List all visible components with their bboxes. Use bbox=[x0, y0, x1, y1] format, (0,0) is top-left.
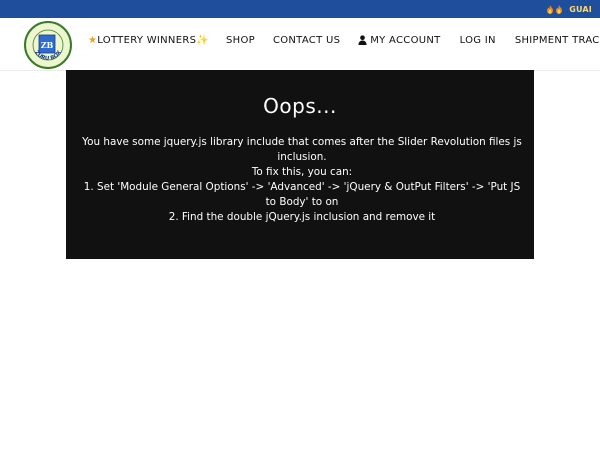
nav-item-shop[interactable]: SHOP bbox=[226, 35, 255, 46]
logo-graphic: ZB ZURU BOX bbox=[27, 24, 69, 66]
flame-icon bbox=[556, 4, 563, 14]
nav-item-label: SHOP bbox=[225, 34, 255, 46]
site-logo[interactable]: ZB ZURU BOX bbox=[24, 21, 72, 69]
error-line: 1. Set 'Module General Options' -> 'Adva… bbox=[83, 181, 521, 208]
logo-text: ZB bbox=[41, 40, 54, 50]
nav-item-label: LOTTERY WINNERS bbox=[97, 34, 197, 46]
nav-item-contact-us[interactable]: CONTACT US bbox=[273, 35, 340, 46]
error-line: 2. Find the double jQuery.js inclusion a… bbox=[168, 211, 436, 223]
flame-icons bbox=[546, 4, 563, 14]
sparkle-icon: ✨ bbox=[196, 34, 209, 46]
top-bar-text[interactable]: GUAI bbox=[569, 5, 592, 14]
nav-item-shipment-tracking[interactable]: SHIPMENT TRACKING bbox=[515, 35, 600, 46]
nav-item-log-in[interactable]: LOG IN bbox=[460, 35, 496, 46]
main-nav: ★ LOTTERY WINNERS ✨ SHOP CONTACT US MY A… bbox=[86, 18, 600, 62]
error-panel: Oops... You have some jquery.js library … bbox=[66, 70, 534, 259]
error-line: To fix this, you can: bbox=[251, 166, 353, 178]
nav-item-label: LOG IN bbox=[459, 34, 496, 46]
nav-item-label: SHIPMENT TRACKING bbox=[514, 34, 600, 46]
top-bar: GUAI bbox=[0, 0, 600, 18]
top-bar-right: GUAI bbox=[546, 0, 592, 18]
error-message: You have some jquery.js library include … bbox=[80, 135, 524, 225]
flame-icon bbox=[547, 4, 554, 14]
user-icon bbox=[358, 35, 367, 45]
nav-item-label: MY ACCOUNT bbox=[370, 34, 441, 46]
nav-item-lottery-winners[interactable]: ★ LOTTERY WINNERS ✨ bbox=[88, 35, 209, 46]
error-title: Oops... bbox=[263, 94, 337, 118]
star-icon: ★ bbox=[88, 34, 98, 46]
error-line: You have some jquery.js library include … bbox=[82, 136, 522, 163]
nav-item-my-account[interactable]: MY ACCOUNT bbox=[358, 35, 440, 46]
nav-item-label: CONTACT US bbox=[272, 34, 341, 46]
site-header: ZB ZURU BOX ★ LOTTERY WINNERS ✨ SHOP CON… bbox=[0, 18, 600, 71]
